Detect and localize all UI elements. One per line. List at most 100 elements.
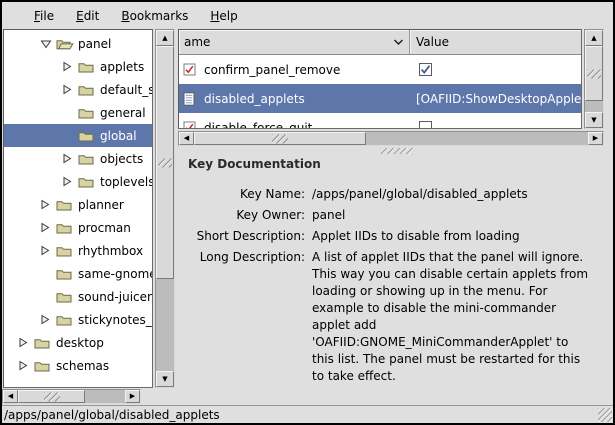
- expander-closed-icon[interactable]: [40, 222, 56, 234]
- column-header-value-label: Value: [416, 35, 449, 49]
- tree-item-label: applets: [100, 60, 144, 74]
- expander-closed-icon[interactable]: [40, 314, 56, 326]
- folder-icon: [78, 153, 97, 165]
- tree-vertical-scrollbar[interactable]: ▲ ▼: [155, 29, 175, 388]
- boolean-key-icon: [183, 63, 200, 76]
- tree-item-label: desktop: [56, 336, 104, 350]
- expander-spacer: [40, 291, 56, 303]
- menu-item-bookmarks[interactable]: Bookmarks: [110, 4, 199, 28]
- key-value-text: [OAFIID:ShowDesktopApplet]: [416, 92, 582, 106]
- tree-item-schemas[interactable]: schemas: [4, 354, 152, 377]
- table-horizontal-scrollbar[interactable]: ◀ ▶: [178, 131, 604, 146]
- expander-open-icon[interactable]: [40, 38, 56, 50]
- statusbar: /apps/panel/global/disabled_applets: [2, 405, 613, 423]
- table-row-disabled-applets[interactable]: disabled_applets [OAFIID:ShowDesktopApple…: [179, 84, 581, 113]
- tree-horizontal-scrollbar[interactable]: ◀ ▶: [2, 389, 141, 404]
- column-header-name-label: ame: [184, 35, 210, 49]
- tree-item-rhythmbox[interactable]: rhythmbox: [4, 239, 152, 262]
- statusbar-path: /apps/panel/global/disabled_applets: [4, 408, 220, 422]
- folder-open-icon: [56, 38, 75, 50]
- tree-hscroll-thumb[interactable]: [18, 390, 85, 403]
- doc-field-label: Key Name:: [182, 186, 305, 203]
- tree-item-stickynotes[interactable]: stickynotes_: [4, 308, 152, 331]
- gconf-editor-window: File EditBookmarks Help panel applets defaul…: [0, 0, 615, 425]
- column-header-value[interactable]: Value: [410, 30, 581, 55]
- scroll-up-icon[interactable]: ▲: [585, 30, 603, 46]
- expander-closed-icon[interactable]: [62, 153, 78, 165]
- tree-item-label: procman: [78, 221, 131, 235]
- tree-item-panel[interactable]: panel: [4, 32, 152, 55]
- key-list-header: ame Value: [179, 30, 581, 55]
- folder-icon: [34, 337, 53, 349]
- expander-closed-icon[interactable]: [40, 199, 56, 211]
- expander-closed-icon[interactable]: [62, 84, 78, 96]
- scroll-down-icon[interactable]: ▼: [585, 112, 603, 128]
- tree-vscroll-thumb[interactable]: [156, 46, 174, 279]
- scroll-left-icon[interactable]: ◀: [3, 390, 18, 403]
- folder-icon: [56, 245, 75, 257]
- folder-icon: [56, 291, 75, 303]
- value-checkbox-unchecked[interactable]: [419, 121, 432, 129]
- table-vertical-scrollbar[interactable]: ▲ ▼: [584, 29, 604, 129]
- menu-item-edit[interactable]: Edit: [65, 4, 110, 28]
- tree-item-label: same-gnome: [78, 267, 153, 281]
- key-value-cell: [410, 63, 581, 76]
- value-checkbox-checked[interactable]: [419, 63, 432, 76]
- expander-closed-icon[interactable]: [18, 337, 34, 349]
- menu-item-label: File: [34, 9, 54, 23]
- key-name-cell: disabled_applets: [179, 92, 410, 106]
- table-hscroll-thumb[interactable]: [194, 132, 366, 145]
- folder-icon: [78, 176, 97, 188]
- expander-closed-icon[interactable]: [40, 245, 56, 257]
- menubar: File EditBookmarks Help: [2, 2, 613, 29]
- folder-tree: panel applets default_segeneral global objec…: [3, 29, 153, 388]
- key-name-cell: confirm_panel_remove: [179, 63, 410, 77]
- boolean-key-icon: [183, 121, 200, 129]
- scroll-left-icon[interactable]: ◀: [179, 132, 194, 145]
- column-header-name[interactable]: ame: [179, 30, 410, 55]
- menu-item-help[interactable]: Help: [199, 4, 248, 28]
- folder-icon: [78, 84, 97, 96]
- scroll-right-icon[interactable]: ▶: [588, 132, 603, 145]
- scroll-up-icon[interactable]: ▲: [156, 30, 174, 46]
- expander-closed-icon[interactable]: [18, 360, 34, 372]
- key-documentation-title: Key Documentation: [188, 157, 602, 171]
- tree-item-default-se[interactable]: default_se: [4, 78, 152, 101]
- tree-item-objects[interactable]: objects: [4, 147, 152, 170]
- menu-item-file[interactable]: File: [23, 4, 65, 28]
- tree-item-label: default_se: [100, 83, 153, 97]
- table-row-confirm-panel-remove[interactable]: confirm_panel_remove: [179, 55, 581, 84]
- tree-item-procman[interactable]: procman: [4, 216, 152, 239]
- folder-icon: [78, 107, 97, 119]
- tree-item-label: toplevels: [100, 175, 153, 189]
- menu-item-label: Help: [210, 9, 237, 23]
- tree-item-sound-juicer[interactable]: sound-juicer: [4, 285, 152, 308]
- doc-field-value: panel: [312, 207, 594, 224]
- key-name-label: disabled_applets: [204, 92, 305, 106]
- expander-closed-icon[interactable]: [62, 61, 78, 73]
- expander-spacer: [40, 268, 56, 280]
- tree-item-general[interactable]: general: [4, 101, 152, 124]
- list-key-icon: [183, 92, 200, 106]
- table-vscroll-thumb[interactable]: [585, 46, 603, 101]
- folder-icon: [56, 268, 75, 280]
- tree-item-applets[interactable]: applets: [4, 55, 152, 78]
- window-resize-grip[interactable]: [598, 408, 612, 422]
- tree-item-toplevels[interactable]: toplevels: [4, 170, 152, 193]
- scroll-down-icon[interactable]: ▼: [156, 371, 174, 387]
- expander-closed-icon[interactable]: [62, 176, 78, 188]
- folder-icon: [78, 61, 97, 73]
- sort-indicator-icon: [393, 39, 404, 46]
- tree-item-global[interactable]: global: [4, 124, 152, 147]
- tree-item-label: objects: [100, 152, 143, 166]
- doc-field-value: Applet IIDs to disable from loading: [312, 228, 594, 245]
- tree-item-planner[interactable]: planner: [4, 193, 152, 216]
- doc-field-label: Long Description:: [182, 249, 305, 385]
- doc-field-label: Key Owner:: [182, 207, 305, 224]
- tree-item-desktop[interactable]: desktop: [4, 331, 152, 354]
- table-row-disable-force-quit[interactable]: disable_force_quit: [179, 113, 581, 129]
- folder-icon: [34, 360, 53, 372]
- scroll-right-icon[interactable]: ▶: [125, 390, 140, 403]
- tree-item-same-gnome[interactable]: same-gnome: [4, 262, 152, 285]
- tree-item-label: general: [100, 106, 146, 120]
